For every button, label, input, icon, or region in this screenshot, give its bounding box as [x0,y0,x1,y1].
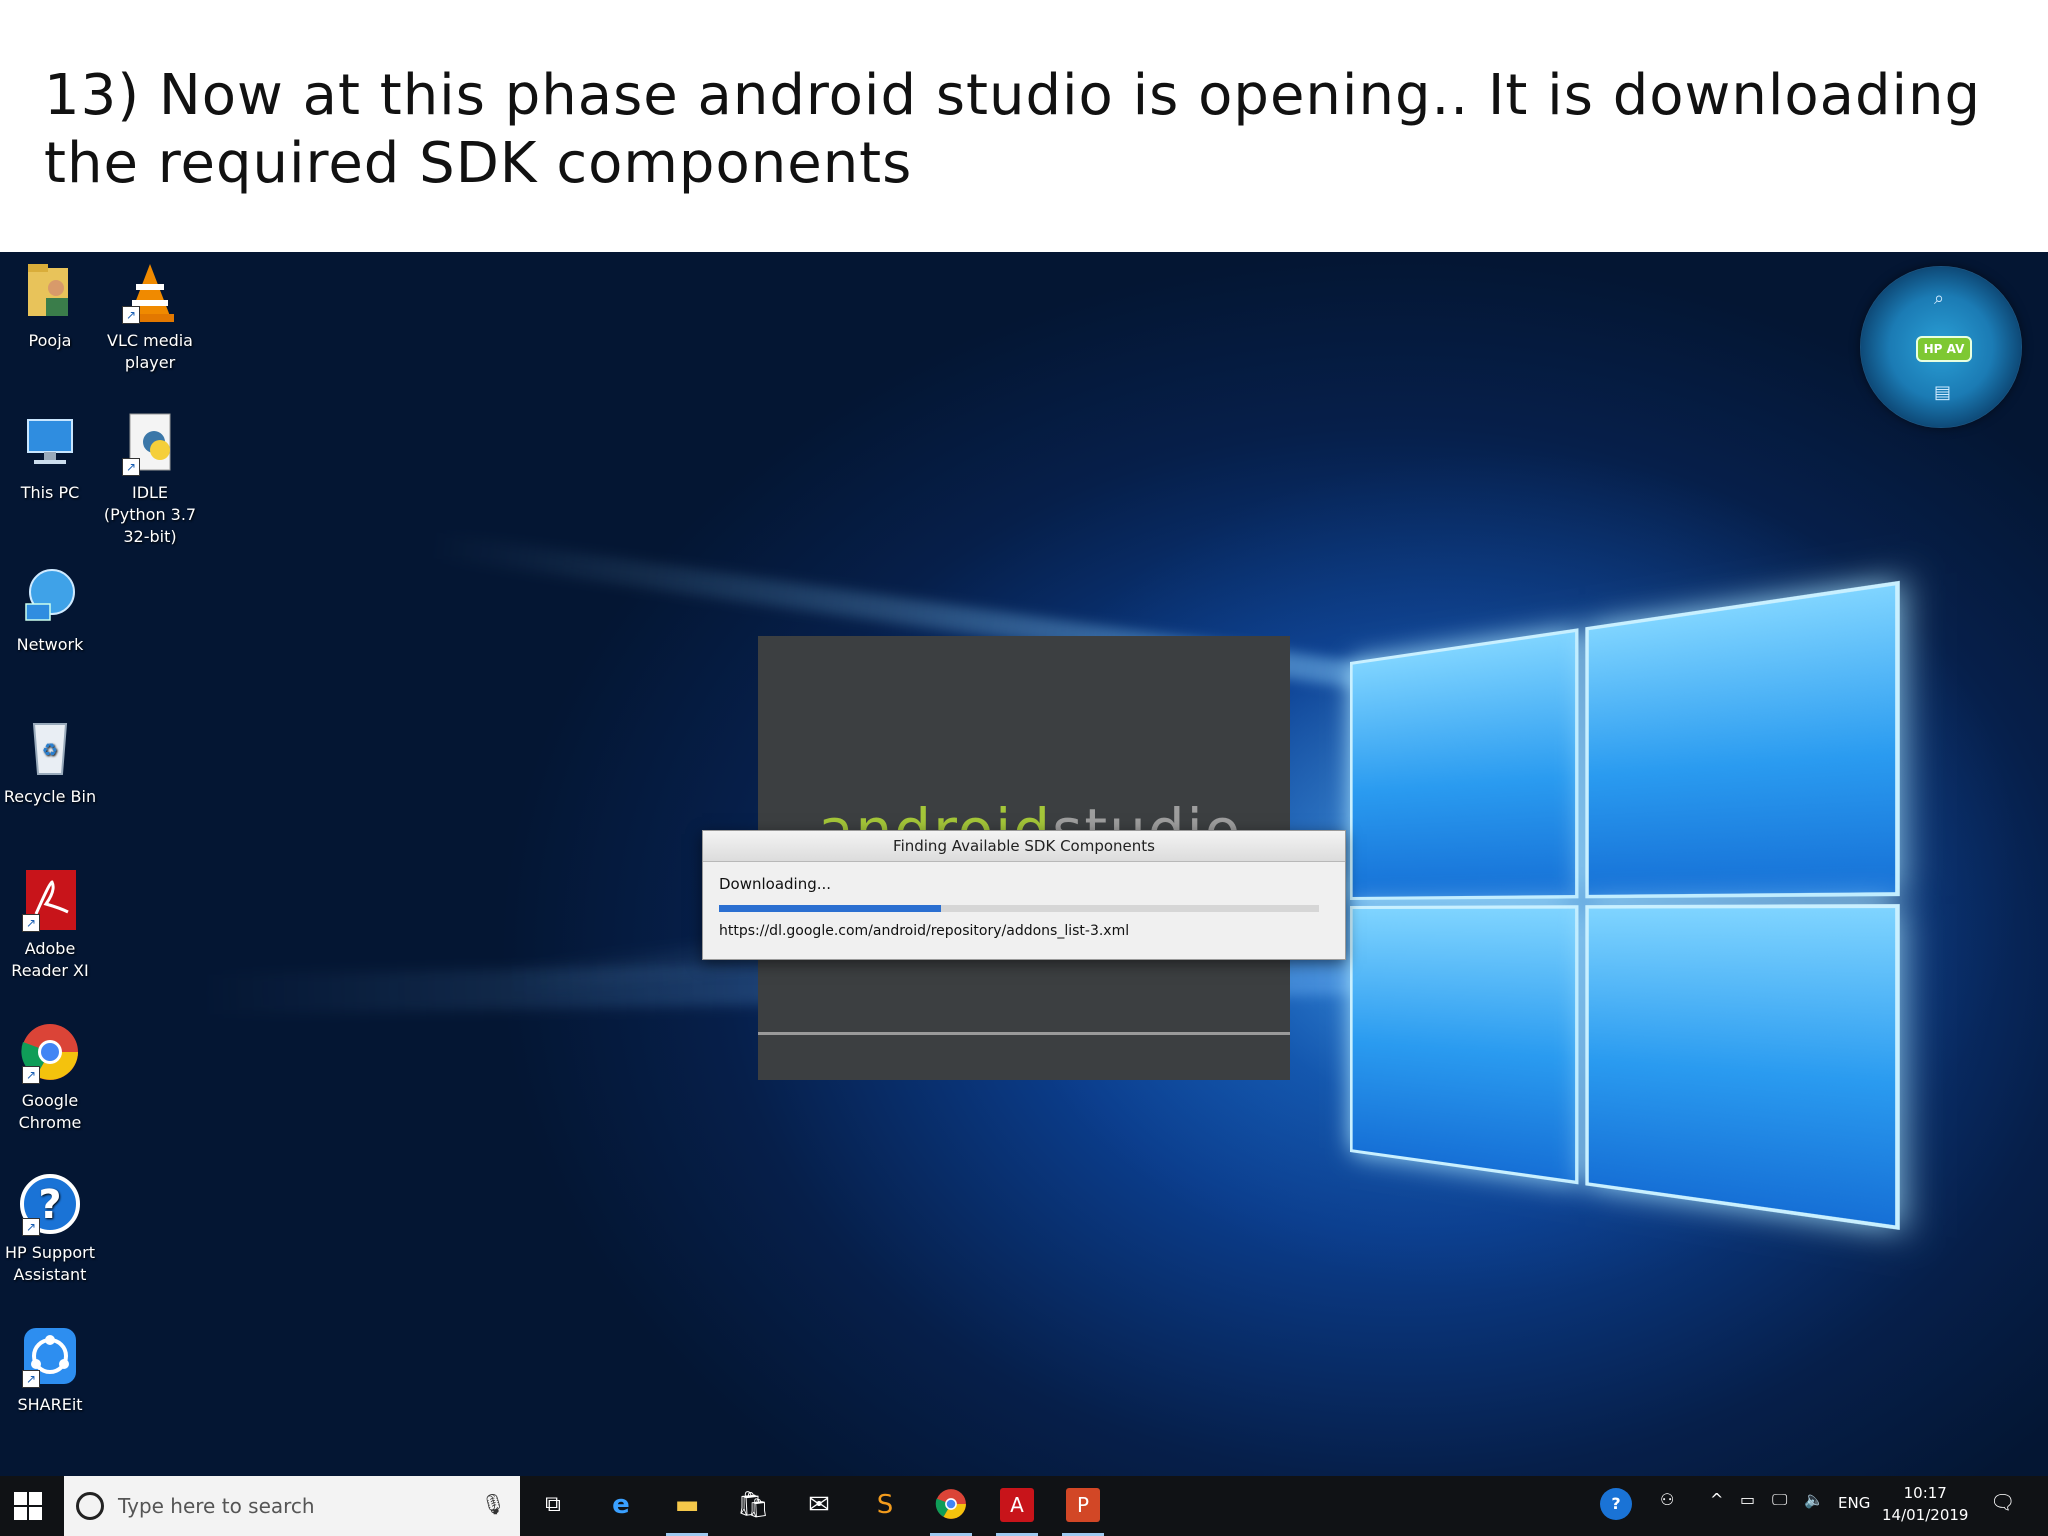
search-icon[interactable]: ⌕ [1934,288,1944,309]
desktop-icon-label: Google Chrome [18,1091,82,1132]
desktop-icon-label: Network [16,635,84,654]
desktop-icon-label: Adobe Reader XI [11,939,89,980]
desktop-icon-adobe-reader[interactable]: ↗ Adobe Reader XI [0,868,100,982]
recycle-bin-icon: ♻ [20,716,80,780]
chrome-taskbar-icon[interactable] [934,1488,968,1522]
shortcut-arrow-icon: ↗ [122,306,140,324]
antivirus-gadget[interactable]: HP AV ⌕ ▤ [1860,266,2022,428]
help-icon: ? ↗ [20,1172,80,1236]
search-placeholder: Type here to search [118,1494,315,1518]
sdk-download-dialog[interactable]: Finding Available SDK Components Downloa… [702,830,1346,960]
download-progress-bar [719,905,1319,912]
taskbar: Type here to search 🎙 ⧉ e ▬ 🛍 ✉ S A P ? … [0,1476,2048,1536]
desktop-icon-label: IDLE (Python 3.7 32-bit) [103,483,197,546]
desktop-icon-label: VLC media player [107,331,193,372]
desktop-icon-label: SHAREit [17,1395,83,1414]
desktop-icon-this-pc[interactable]: This PC [0,412,100,504]
download-url: https://dl.google.com/android/repository… [719,923,1130,939]
shortcut-arrow-icon: ↗ [22,1218,40,1236]
vlc-cone-icon: ↗ [120,260,180,324]
help-tray-icon[interactable]: ? [1600,1488,1632,1520]
microphone-icon[interactable]: 🎙 [481,1492,506,1516]
download-status: Downloading... [719,875,832,893]
desktop-icon-label: Recycle Bin [3,787,97,806]
desktop-icon-hp-support[interactable]: ? ↗ HP Support Assistant [0,1172,100,1286]
store-icon[interactable]: 🛍 [736,1488,770,1522]
shortcut-arrow-icon: ↗ [22,1370,40,1388]
battery-icon[interactable]: ▭ [1740,1490,1755,1509]
desktop-icon-label: HP Support Assistant [4,1243,95,1284]
desktop: Pooja ↗ VLC media player This PC ↗ IDLE … [0,252,2048,1536]
shareit-icon: ↗ [20,1324,80,1388]
people-icon[interactable]: ⚇ [1660,1490,1674,1509]
sublime-text-icon[interactable]: S [868,1488,902,1522]
adobe-reader-icon: ↗ [20,868,80,932]
slide-title-line1: 13) Now at this phase android studio is … [44,63,1982,128]
edge-icon[interactable]: e [604,1488,638,1522]
logo-pane [1585,904,1900,1230]
taskbar-search-box[interactable]: Type here to search 🎙 [64,1476,520,1536]
slide-title: 13) Now at this phase android studio is … [44,62,2004,198]
logo-pane [1585,580,1900,899]
windows-start-icon[interactable] [14,1492,42,1520]
clock[interactable]: 10:17 14/01/2019 [1882,1482,1968,1526]
network-tray-icon[interactable]: 🖵 [1772,1490,1787,1510]
splash-progress-line [758,1032,1290,1035]
svg-text:?: ? [38,1182,61,1228]
task-view-icon[interactable]: ⧉ [536,1488,570,1522]
desktop-icon-shareit[interactable]: ↗ SHAREit [0,1324,100,1416]
adobe-taskbar-icon[interactable]: A [1000,1488,1034,1522]
desktop-icon-vlc[interactable]: ↗ VLC media player [100,260,200,374]
dialog-title: Finding Available SDK Components [703,831,1345,862]
logo-pane [1350,905,1579,1185]
volume-icon[interactable]: 🔈 [1804,1490,1824,1509]
desktop-icon-pooja[interactable]: Pooja [0,260,100,352]
desktop-icon-label: This PC [20,483,80,502]
av-badge: HP AV [1916,336,1972,362]
list-icon[interactable]: ▤ [1934,382,1951,403]
python-file-icon: ↗ [120,412,180,476]
desktop-icon-label: Pooja [28,331,72,350]
clock-time: 10:17 [1903,1484,1947,1502]
desktop-icon-network[interactable]: Network [0,564,100,656]
slide-title-line2: the required SDK components [44,131,913,196]
windows-logo-wallpaper [1350,580,1900,1243]
desktop-icon-recycle-bin[interactable]: ♻ Recycle Bin [0,716,100,808]
cortana-circle-icon [76,1492,104,1520]
powerpoint-icon[interactable]: P [1066,1488,1100,1522]
shortcut-arrow-icon: ↗ [22,914,40,932]
network-globe-icon [20,564,80,628]
shortcut-arrow-icon: ↗ [122,458,140,476]
file-explorer-icon[interactable]: ▬ [670,1488,704,1522]
desktop-icon-google-chrome[interactable]: ↗ Google Chrome [0,1020,100,1134]
computer-icon [20,412,80,476]
user-folder-icon [20,260,80,324]
chevron-up-icon[interactable]: ^ [1710,1490,1723,1509]
download-progress-fill [719,905,941,912]
clock-date: 14/01/2019 [1882,1506,1969,1524]
notification-icon[interactable]: 🗨 [1990,1490,2015,1514]
shortcut-arrow-icon: ↗ [22,1066,40,1084]
desktop-icon-idle[interactable]: ↗ IDLE (Python 3.7 32-bit) [100,412,200,548]
mail-icon[interactable]: ✉ [802,1488,836,1522]
chrome-icon: ↗ [20,1020,80,1084]
svg-text:♻: ♻ [42,740,58,761]
logo-pane [1350,628,1579,900]
language-indicator[interactable]: ENG [1838,1494,1870,1512]
